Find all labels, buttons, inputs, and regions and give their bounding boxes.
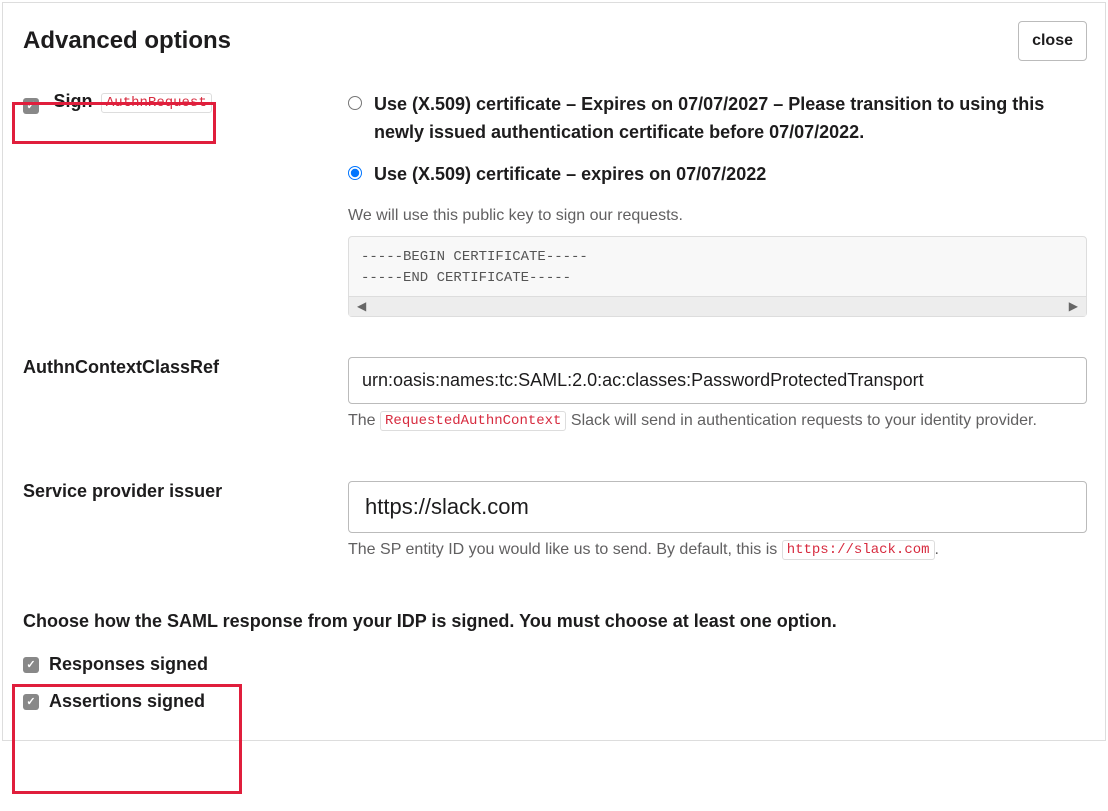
cert-option-1-radio[interactable]	[348, 96, 362, 110]
sign-authnrequest-label-text: Sign	[53, 91, 92, 111]
authn-context-value-col: The RequestedAuthnContext Slack will sen…	[348, 357, 1087, 442]
cert-option-2[interactable]: Use (X.509) certificate – expires on 07/…	[348, 161, 1087, 189]
advanced-options-panel: Advanced options close ✓ Sign AuthnReque…	[2, 2, 1106, 741]
cert-option-2-text: Use (X.509) certificate – expires on 07/…	[374, 161, 766, 189]
cert-option-1[interactable]: Use (X.509) certificate – Expires on 07/…	[348, 91, 1087, 147]
page-title: Advanced options	[23, 27, 231, 55]
header-row: Advanced options close	[23, 21, 1087, 61]
sp-issuer-row: Service provider issuer The SP entity ID…	[23, 481, 1087, 571]
authn-context-helper: The RequestedAuthnContext Slack will sen…	[348, 408, 1087, 434]
sp-issuer-code-chip: https://slack.com	[782, 540, 935, 560]
authn-context-helper-suffix: Slack will send in authentication reques…	[571, 412, 1037, 429]
authn-context-helper-prefix: The	[348, 412, 380, 429]
authnrequest-code-chip: AuthnRequest	[101, 93, 212, 113]
saml-signing-heading: Choose how the SAML response from your I…	[23, 611, 1087, 632]
sp-issuer-helper-prefix: The SP entity ID you would like us to se…	[348, 541, 782, 558]
cert-option-1-text: Use (X.509) certificate – Expires on 07/…	[374, 91, 1087, 147]
authn-context-label-col: AuthnContextClassRef	[23, 357, 348, 378]
authn-context-row: AuthnContextClassRef The RequestedAuthnC…	[23, 357, 1087, 442]
sign-authnrequest-label: ✓ Sign AuthnRequest	[23, 91, 348, 114]
certificate-content[interactable]: -----BEGIN CERTIFICATE----- -----END CER…	[349, 237, 1086, 296]
assertions-signed-label: Assertions signed	[49, 691, 205, 712]
scroll-left-icon[interactable]: ◀	[357, 299, 366, 313]
cert-option-2-radio[interactable]	[348, 166, 362, 180]
cert-helper-text: We will use this public key to sign our …	[348, 203, 1087, 229]
responses-signed-row[interactable]: ✓ Responses signed	[23, 646, 1087, 683]
sp-issuer-label-col: Service provider issuer	[23, 481, 348, 502]
certificate-scrollbar[interactable]: ◀ ▶	[349, 296, 1086, 316]
assertions-signed-checkbox[interactable]: ✓	[23, 694, 39, 710]
sp-issuer-helper-suffix: .	[935, 541, 939, 558]
sp-issuer-value-col: The SP entity ID you would like us to se…	[348, 481, 1087, 571]
close-button[interactable]: close	[1018, 21, 1087, 61]
sp-issuer-label: Service provider issuer	[23, 481, 222, 501]
sp-issuer-helper: The SP entity ID you would like us to se…	[348, 537, 1087, 563]
assertions-signed-row[interactable]: ✓ Assertions signed	[23, 683, 1087, 720]
scroll-right-icon[interactable]: ▶	[1069, 299, 1078, 313]
sign-authnrequest-value: Use (X.509) certificate – Expires on 07/…	[348, 91, 1087, 317]
certificate-box: -----BEGIN CERTIFICATE----- -----END CER…	[348, 236, 1087, 317]
authn-context-label: AuthnContextClassRef	[23, 357, 219, 377]
sign-authnrequest-row: ✓ Sign AuthnRequest Use (X.509) certific…	[23, 91, 1087, 317]
responses-signed-checkbox[interactable]: ✓	[23, 657, 39, 673]
sign-authnrequest-checkbox[interactable]: ✓	[23, 98, 39, 114]
sp-issuer-input[interactable]	[348, 481, 1087, 533]
authn-context-input[interactable]	[348, 357, 1087, 404]
requested-authn-context-chip: RequestedAuthnContext	[380, 411, 566, 431]
responses-signed-label: Responses signed	[49, 654, 208, 675]
